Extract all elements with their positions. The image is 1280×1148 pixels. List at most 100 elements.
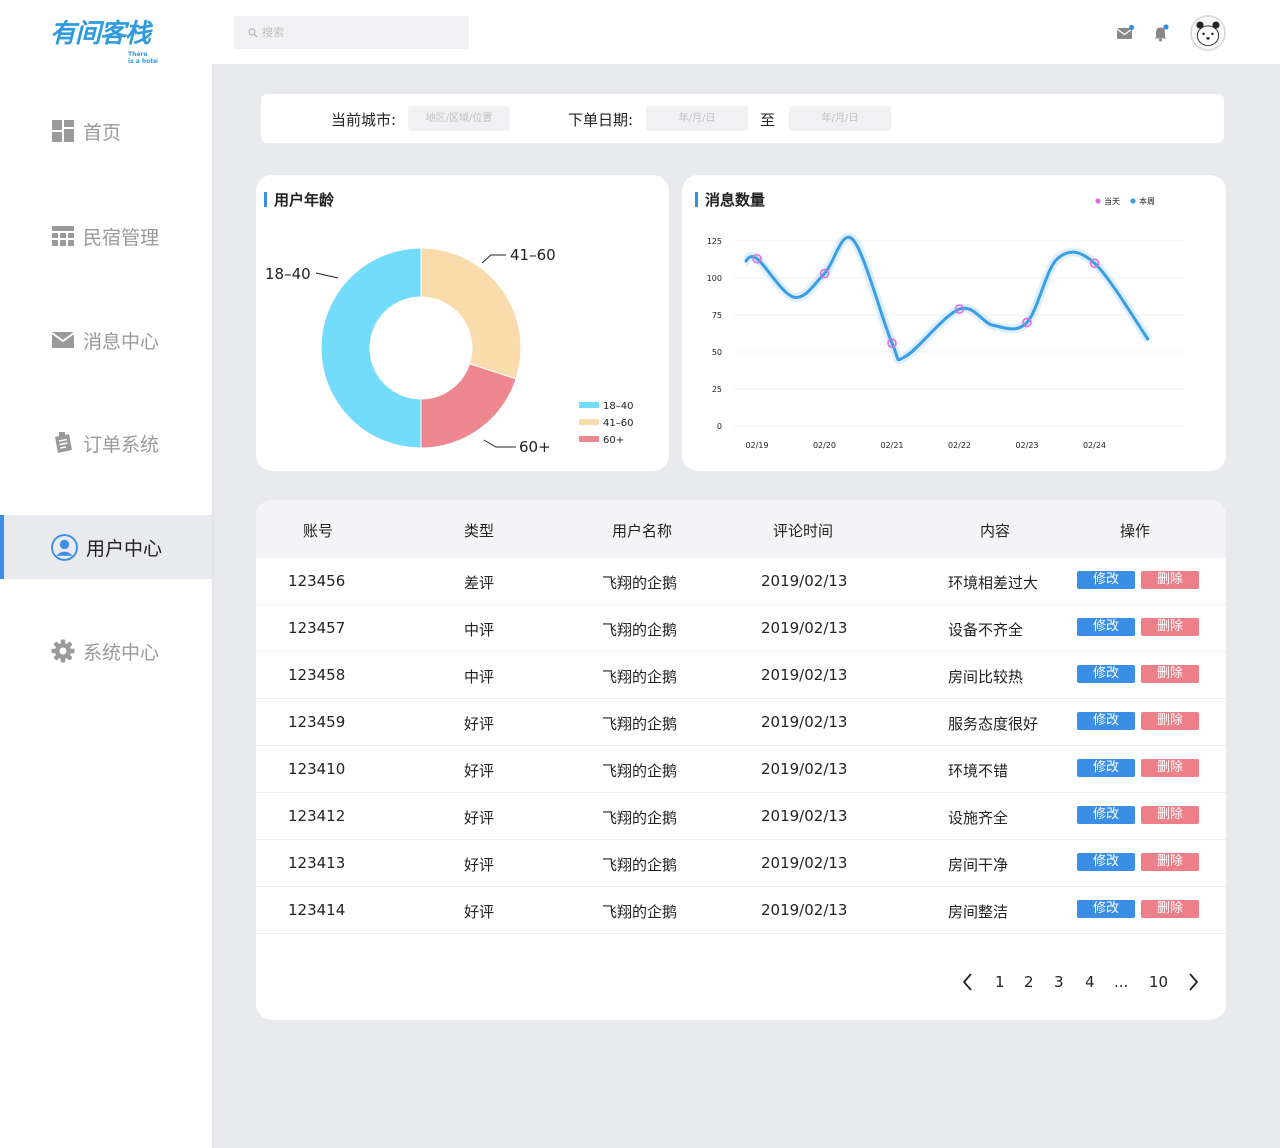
table-cell-type: 好评 bbox=[464, 762, 495, 780]
delete-button[interactable]: 删除 bbox=[1141, 759, 1199, 777]
sidebar-item-label: 消息中心 bbox=[83, 330, 160, 353]
search-input[interactable] bbox=[262, 26, 452, 39]
legend-label: 18–40 bbox=[603, 401, 633, 412]
table-cell-time: 2019/02/13 bbox=[761, 807, 848, 825]
svg-text:有间客栈: 有间客栈 bbox=[50, 19, 153, 49]
svg-text:is a hotel: is a hotel bbox=[128, 58, 158, 65]
table-cell-content: 服务态度很好 bbox=[948, 715, 1039, 733]
table-row: 123458 中评 飞翔的企鹅 2019/02/13 房间比较热 修改 删除 bbox=[256, 652, 1226, 699]
pie-slice-60+[interactable] bbox=[420, 363, 517, 449]
table-cell-type: 好评 bbox=[464, 903, 495, 921]
table-cell-content: 设施齐全 bbox=[948, 809, 1009, 827]
search-box[interactable] bbox=[234, 16, 469, 49]
edit-button[interactable]: 修改 bbox=[1077, 806, 1135, 824]
page-link[interactable]: 1 bbox=[995, 973, 1005, 991]
page-link[interactable]: 10 bbox=[1149, 973, 1168, 991]
search-icon bbox=[248, 27, 258, 37]
delete-button[interactable]: 删除 bbox=[1141, 571, 1199, 589]
table-cell-account: 123413 bbox=[288, 854, 346, 872]
table-cell-content: 设备不齐全 bbox=[948, 621, 1024, 639]
table-cell-type: 好评 bbox=[464, 715, 495, 733]
table-cell-user: 飞翔的企鹅 bbox=[602, 574, 678, 592]
pie-slice-41-60[interactable] bbox=[420, 247, 522, 380]
table-row: 123412 好评 飞翔的企鹅 2019/02/13 设施齐全 修改 删除 bbox=[256, 793, 1226, 840]
delete-button[interactable]: 删除 bbox=[1141, 900, 1199, 918]
page-link[interactable]: 2 bbox=[1024, 973, 1034, 991]
sidebar-item-users[interactable]: 用户中心 bbox=[0, 515, 212, 579]
message-chart-card: 消息数量 0 25 50 75 100 125 02/19 02/20 02/21 02/22 02… bbox=[682, 175, 1226, 471]
next-page-icon[interactable] bbox=[1186, 972, 1200, 992]
legend-label: 41–60 bbox=[603, 418, 633, 429]
table-cell-account: 123458 bbox=[288, 666, 346, 684]
table-cell-account: 123457 bbox=[288, 619, 346, 637]
edit-button[interactable]: 修改 bbox=[1077, 900, 1135, 918]
table-cell-type: 中评 bbox=[464, 668, 495, 686]
prev-page-icon[interactable] bbox=[961, 972, 975, 992]
column-header: 操作 bbox=[1119, 522, 1151, 540]
column-header: 内容 bbox=[979, 522, 1011, 540]
message-line-chart: 0 25 50 75 100 125 02/19 02/20 02/21 02/22 02/23 02… bbox=[707, 196, 1184, 450]
y-tick-label: 50 bbox=[712, 348, 722, 357]
date-from-input[interactable] bbox=[646, 106, 748, 131]
age-chart-card: 用户年龄 18–40 41–60 60+ 18–40 41–60 60+ bbox=[256, 175, 669, 471]
sidebar-item-label: 首页 bbox=[83, 121, 122, 144]
table-cell-type: 好评 bbox=[464, 809, 495, 827]
x-tick-label: 02/21 bbox=[880, 441, 903, 450]
legend-label: 本周 bbox=[1139, 196, 1155, 206]
edit-button[interactable]: 修改 bbox=[1077, 759, 1135, 777]
edit-button[interactable]: 修改 bbox=[1077, 665, 1135, 683]
delete-button[interactable]: 删除 bbox=[1141, 618, 1199, 636]
svg-text:There: There bbox=[128, 51, 147, 58]
table-cell-account: 123414 bbox=[288, 901, 346, 919]
edit-button[interactable]: 修改 bbox=[1077, 712, 1135, 730]
sidebar-item-home[interactable]: 首页 bbox=[0, 99, 212, 163]
table-cell-content: 环境不错 bbox=[948, 762, 1009, 780]
edit-button[interactable]: 修改 bbox=[1077, 853, 1135, 871]
order-icon bbox=[55, 432, 72, 453]
table-cell-content: 房间整洁 bbox=[948, 903, 1009, 921]
date-to-input[interactable] bbox=[789, 106, 891, 131]
table-cell-user: 飞翔的企鹅 bbox=[602, 903, 678, 921]
sidebar-item-messages[interactable]: 消息中心 bbox=[0, 308, 212, 372]
page-link[interactable]: 4 bbox=[1085, 973, 1095, 991]
delete-button[interactable]: 删除 bbox=[1141, 665, 1199, 683]
x-tick-label: 02/22 bbox=[948, 441, 971, 450]
table-cell-account: 123456 bbox=[288, 572, 346, 590]
gear-icon bbox=[51, 639, 75, 663]
slice-label: 18–40 bbox=[265, 265, 311, 283]
delete-button[interactable]: 删除 bbox=[1141, 712, 1199, 730]
sidebar-item-homestay[interactable]: 民宿管理 bbox=[0, 204, 212, 268]
logo: 有间客栈 There is a hotel bbox=[50, 19, 158, 65]
mail-icon[interactable] bbox=[1116, 24, 1134, 42]
table-cell-time: 2019/02/13 bbox=[761, 713, 848, 731]
sidebar-item-orders[interactable]: 订单系统 bbox=[0, 411, 212, 475]
sidebar: 有间客栈 There is a hotel 首页 民宿管理 消息中心 订单系统 bbox=[0, 0, 212, 1148]
table-cell-account: 123412 bbox=[288, 807, 346, 825]
sidebar-item-system[interactable]: 系统中心 bbox=[0, 619, 212, 683]
column-header: 类型 bbox=[463, 522, 495, 540]
edit-button[interactable]: 修改 bbox=[1077, 618, 1135, 636]
table-cell-user: 飞翔的企鹅 bbox=[602, 809, 678, 827]
y-tick-label: 0 bbox=[717, 422, 722, 431]
table-cell-type: 中评 bbox=[464, 621, 495, 639]
x-tick-label: 02/24 bbox=[1083, 441, 1106, 450]
x-tick-label: 02/20 bbox=[813, 441, 836, 450]
table-cell-content: 房间干净 bbox=[948, 856, 1009, 874]
sidebar-item-label: 订单系统 bbox=[83, 433, 160, 456]
edit-button[interactable]: 修改 bbox=[1077, 571, 1135, 589]
table-cell-type: 好评 bbox=[464, 856, 495, 874]
city-input[interactable] bbox=[408, 106, 510, 131]
page-link[interactable]: 3 bbox=[1054, 973, 1064, 991]
table-header: 账号 类型 用户名称 评论时间 内容 操作 bbox=[256, 500, 1226, 558]
legend-dot bbox=[1130, 198, 1136, 204]
table-cell-content: 环境相差过大 bbox=[948, 574, 1039, 592]
avatar[interactable] bbox=[1190, 15, 1226, 51]
table-cell-type: 差评 bbox=[464, 574, 495, 592]
age-donut-chart: 18–40 41–60 60+ 18–40 41–60 60+ bbox=[265, 246, 633, 456]
table-row: 123410 好评 飞翔的企鹅 2019/02/13 环境不错 修改 删除 bbox=[256, 746, 1226, 793]
delete-button[interactable]: 删除 bbox=[1141, 806, 1199, 824]
bell-icon[interactable] bbox=[1152, 24, 1170, 42]
callout-line bbox=[481, 254, 506, 264]
table-row: 123457 中评 飞翔的企鹅 2019/02/13 设备不齐全 修改 删除 bbox=[256, 605, 1226, 652]
delete-button[interactable]: 删除 bbox=[1141, 853, 1199, 871]
